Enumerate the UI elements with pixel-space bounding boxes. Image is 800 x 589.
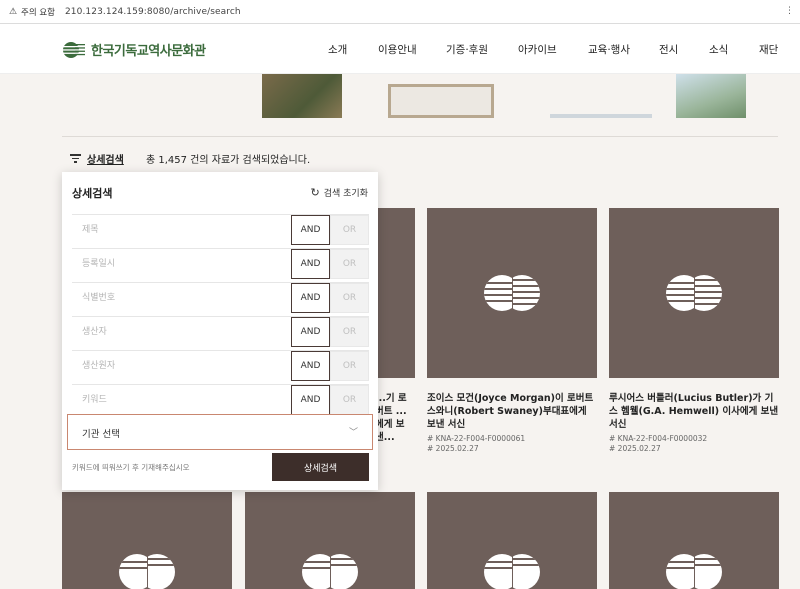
nav-item-education[interactable]: 교육·행사 [588, 42, 630, 57]
nav-item-archive[interactable]: 아카이브 [518, 42, 557, 57]
date-input[interactable] [72, 249, 291, 279]
card-identifier: # KNA-22-F004-F0000061 [427, 434, 526, 443]
detail-search-panel: 상세검색 ↻ 검색 초기화 AND OR AND OR AND OR AND O… [62, 172, 378, 490]
producer-input[interactable] [72, 317, 291, 347]
detail-search-button[interactable]: 상세검색 [272, 453, 369, 481]
search-row-keyword: AND OR [72, 384, 369, 415]
archive-card[interactable]: 조이스 모건(Joyce Morgan)이 로버트 스와니(Robert Swa… [427, 208, 597, 454]
and-button[interactable]: AND [291, 351, 330, 381]
placeholder-logo-icon [484, 554, 540, 589]
search-row-date: AND OR [72, 248, 369, 279]
card-date: # 2025.02.27 [427, 444, 479, 453]
archive-card[interactable]: 루시어스 버틀러(Lucius Butler)가 기스 헴웰(G.A. Hemw… [609, 208, 779, 454]
detail-search-toggle-label: 상세검색 [87, 155, 124, 166]
or-button[interactable]: OR [330, 283, 369, 313]
security-warning[interactable]: ⚠ 주의 요함 [8, 6, 55, 18]
nav-item-donation[interactable]: 기증·후원 [446, 42, 488, 57]
placeholder-logo-icon [119, 554, 175, 589]
or-button[interactable]: OR [330, 351, 369, 381]
warning-icon: ⚠ [8, 6, 18, 17]
archive-card[interactable] [245, 492, 415, 589]
search-row-producer: AND OR [72, 316, 369, 347]
card-image [609, 492, 779, 589]
search-row-title: AND OR [72, 214, 369, 245]
archive-card[interactable] [62, 492, 232, 589]
security-label: 주의 요함 [21, 7, 55, 18]
section-divider [62, 136, 778, 137]
reset-search-button[interactable]: ↻ 검색 초기화 [310, 185, 368, 200]
nav-item-news[interactable]: 소식 [709, 42, 728, 57]
search-row-origin: AND OR [72, 350, 369, 381]
card-title: 루시어스 버틀러(Lucius Butler)가 기스 헴웰(G.A. Hemw… [609, 393, 779, 430]
main-nav: 소개 이용안내 기증·후원 아카이브 교육·행사 전시 소식 재단 [0, 42, 800, 58]
archive-card[interactable] [427, 492, 597, 589]
nav-item-foundation[interactable]: 재단 [759, 42, 778, 57]
origin-input[interactable] [72, 351, 291, 381]
or-button[interactable]: OR [330, 215, 369, 245]
reset-search-label: 검색 초기화 [323, 189, 368, 199]
placeholder-logo-icon [484, 275, 540, 311]
site-header: 한국기독교역사문화관 소개 이용안내 기증·후원 아카이브 교육·행사 전시 소… [0, 24, 800, 74]
keyword-input[interactable] [72, 385, 291, 415]
thumbnail-strip [62, 74, 778, 118]
or-button[interactable]: OR [330, 317, 369, 347]
and-button[interactable]: AND [291, 283, 330, 313]
card-date: # 2025.02.27 [609, 444, 661, 453]
thumbnail-image[interactable] [676, 74, 746, 118]
chevron-down-icon: ﹀ [348, 428, 358, 438]
institution-select[interactable]: 기관 선택 ﹀ [67, 414, 373, 450]
card-image [609, 208, 779, 378]
placeholder-logo-icon [302, 554, 358, 589]
filter-icon [70, 154, 81, 163]
card-identifier: # KNA-22-F004-F0000032 [609, 434, 708, 443]
url-text[interactable]: 210.123.124.159:8080/archive/search [65, 7, 241, 17]
or-button[interactable]: OR [330, 385, 369, 415]
detail-search-toggle[interactable]: 상세검색 [70, 151, 124, 166]
or-button[interactable]: OR [330, 249, 369, 279]
card-title: 조이스 모건(Joyce Morgan)이 로버트 스와니(Robert Swa… [427, 393, 594, 430]
reset-icon: ↻ [310, 185, 320, 199]
keyword-hint: 키워드에 띄워쓰기 후 기재해주십시오 [72, 463, 190, 472]
and-button[interactable]: AND [291, 215, 330, 245]
nav-item-about[interactable]: 소개 [328, 42, 347, 57]
thumbnail-image[interactable] [388, 84, 494, 118]
and-button[interactable]: AND [291, 385, 330, 415]
nav-item-exhibition[interactable]: 전시 [659, 42, 678, 57]
browser-address-bar[interactable]: ⚠ 주의 요함 210.123.124.159:8080/archive/sea… [0, 0, 800, 24]
result-count: 총 1,457 건의 자료가 검색되었습니다. [146, 155, 311, 166]
card-image [427, 492, 597, 589]
and-button[interactable]: AND [291, 317, 330, 347]
nav-item-guide[interactable]: 이용안내 [378, 42, 417, 57]
card-image [62, 492, 232, 589]
thumbnail-image[interactable] [262, 74, 342, 118]
placeholder-logo-icon [666, 275, 722, 311]
card-image [245, 492, 415, 589]
identifier-input[interactable] [72, 283, 291, 313]
card-image [427, 208, 597, 378]
browser-menu-icon[interactable]: ⋮ [785, 6, 794, 16]
and-button[interactable]: AND [291, 249, 330, 279]
archive-card[interactable] [609, 492, 779, 589]
search-row-identifier: AND OR [72, 282, 369, 313]
panel-title: 상세검색 [72, 187, 113, 200]
thumbnail-image[interactable] [550, 114, 652, 118]
title-input[interactable] [72, 215, 291, 245]
placeholder-logo-icon [666, 554, 722, 589]
institution-select-label: 기관 선택 [82, 429, 120, 440]
